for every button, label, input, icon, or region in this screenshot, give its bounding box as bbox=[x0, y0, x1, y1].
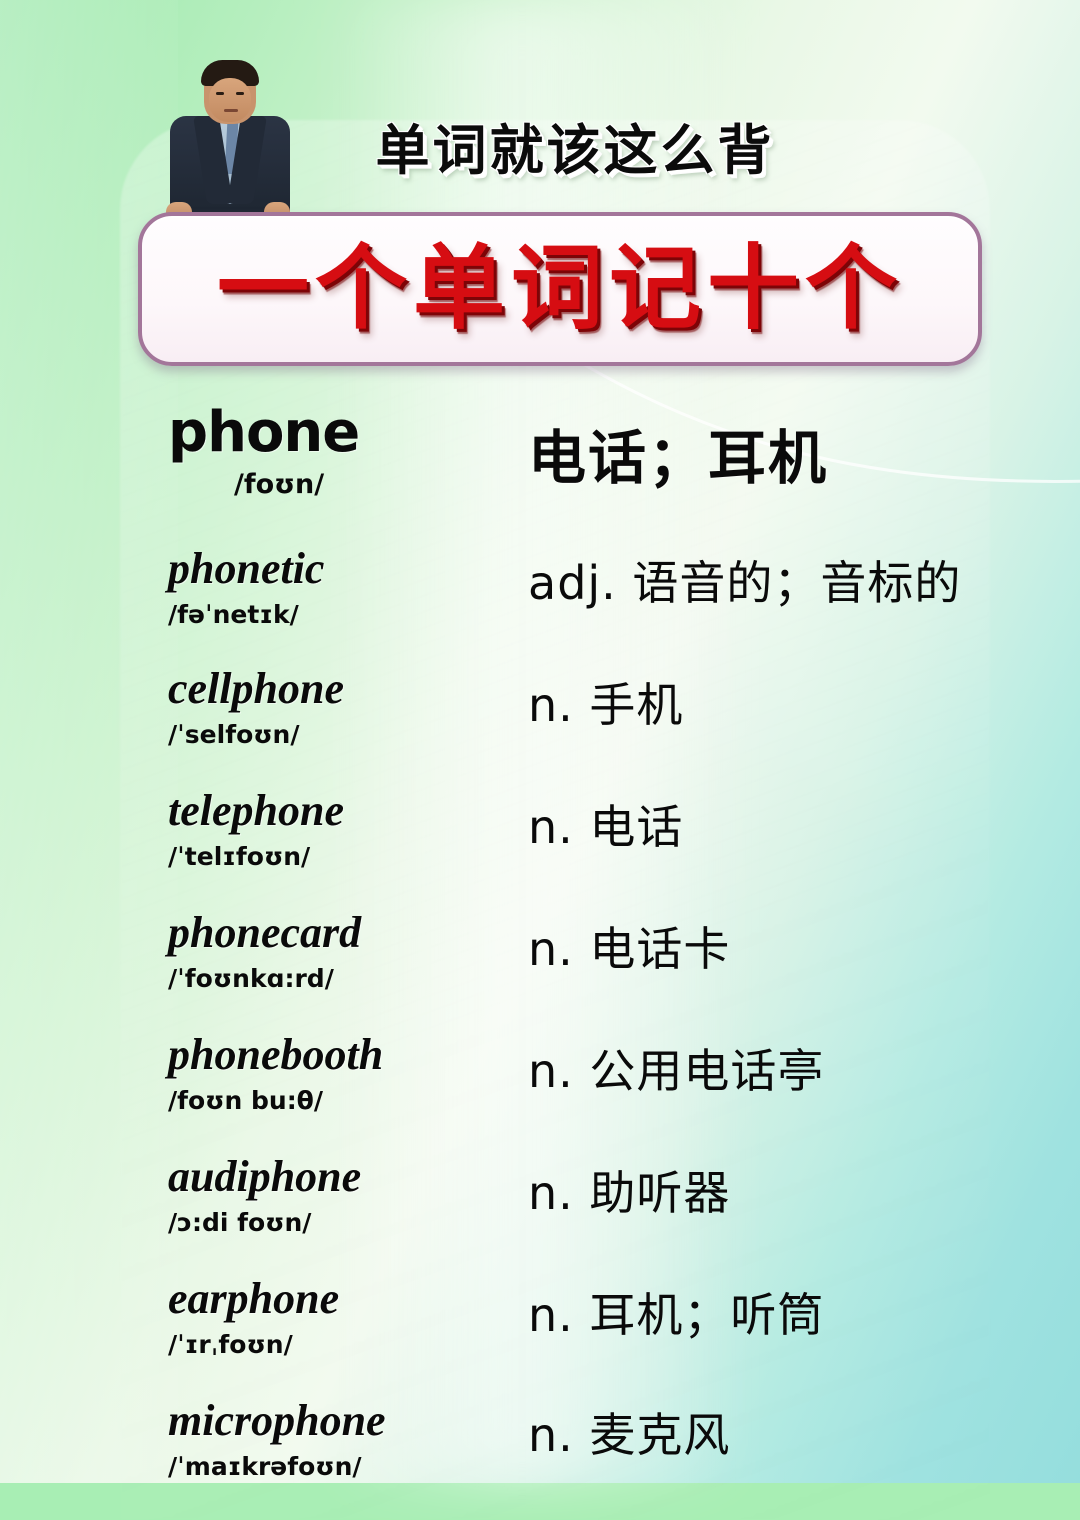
word-entry: cellphone/ˈselfoʊn/ bbox=[168, 664, 568, 750]
word-entry: audiphone/ɔ:di foʊn/ bbox=[168, 1152, 568, 1238]
word-text: phonetic bbox=[168, 544, 325, 593]
word-text: audiphone bbox=[168, 1152, 362, 1201]
word-entry: microphone/ˈmaɪkrəfoʊn/ bbox=[168, 1396, 568, 1482]
word-text: phonecard bbox=[168, 908, 362, 957]
word-entry: earphone/ˈɪrˌfoʊn/ bbox=[168, 1274, 568, 1360]
word-meaning: n. 电话卡 bbox=[528, 922, 731, 976]
word-meaning: n. 公用电话亭 bbox=[528, 1044, 825, 1098]
phonetic-transcription: /foʊn bu:θ/ bbox=[168, 1086, 323, 1115]
word-meaning: n. 电话 bbox=[528, 800, 684, 854]
word-meaning: n. 麦克风 bbox=[528, 1408, 731, 1462]
header: 单词就该这么背 一个单词记十个 bbox=[0, 0, 1080, 380]
word-text: telephone bbox=[168, 786, 344, 835]
page-title: 一个单词记十个 bbox=[216, 235, 903, 342]
phonetic-transcription: /ˈselfoʊn/ bbox=[168, 720, 300, 749]
word-list: phone/foʊn/电话；耳机 phonetic/fəˈnetɪk/adj. 语… bbox=[0, 396, 1080, 1483]
word-entry: phonetic/fəˈnetɪk/ bbox=[168, 544, 568, 630]
phonetic-transcription: /foʊn/ bbox=[234, 469, 325, 500]
word-entry: phonecard/ˈfoʊnkɑ:rd/ bbox=[168, 908, 568, 994]
phonetic-transcription: /ˈtelɪfoʊn/ bbox=[168, 842, 311, 871]
word-entry: telephone/ˈtelɪfoʊn/ bbox=[168, 786, 568, 872]
word-entry: phone/foʊn/ bbox=[168, 402, 568, 500]
phonetic-transcription: /ˈmaɪkrəfoʊn/ bbox=[168, 1452, 362, 1481]
word-meaning: n. 手机 bbox=[528, 678, 684, 732]
phonetic-transcription: /ˈɪrˌfoʊn/ bbox=[168, 1330, 293, 1359]
word-text: earphone bbox=[168, 1274, 340, 1323]
teacher-portrait bbox=[166, 60, 292, 234]
word-meaning: n. 耳机；听筒 bbox=[528, 1288, 825, 1342]
phonetic-transcription: /ɔ:di foʊn/ bbox=[168, 1208, 312, 1237]
word-text: cellphone bbox=[168, 664, 344, 713]
word-meaning: 电话；耳机 bbox=[528, 424, 829, 492]
phonetic-transcription: /ˈfoʊnkɑ:rd/ bbox=[168, 964, 334, 993]
word-text: phonebooth bbox=[168, 1030, 384, 1079]
portrait-face bbox=[209, 78, 251, 122]
portrait-eye-left bbox=[216, 92, 224, 95]
word-text: microphone bbox=[168, 1396, 386, 1445]
title-banner: 一个单词记十个 bbox=[138, 212, 982, 366]
word-meaning: n. 助听器 bbox=[528, 1166, 731, 1220]
portrait-mouth bbox=[224, 109, 238, 112]
portrait-eye-right bbox=[236, 92, 244, 95]
word-entry: phonebooth/foʊn bu:θ/ bbox=[168, 1030, 568, 1116]
word-meaning: adj. 语音的；音标的 bbox=[528, 556, 962, 610]
phonetic-transcription: /fəˈnetɪk/ bbox=[168, 600, 299, 629]
word-text: phone bbox=[168, 400, 360, 465]
header-subtitle: 单词就该这么背 bbox=[375, 119, 775, 182]
